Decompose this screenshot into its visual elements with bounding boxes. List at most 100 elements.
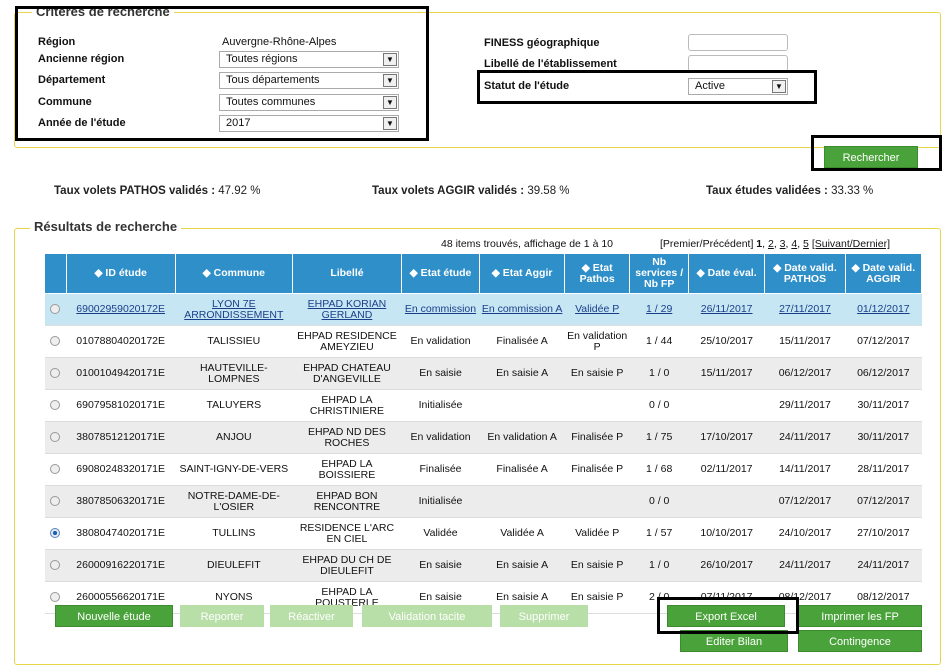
table-cell: 07/12/2017: [845, 485, 922, 518]
table-cell: RESIDENCE L'ARC EN CIEL: [292, 517, 402, 550]
page-link-3[interactable]: 3: [780, 238, 786, 250]
table-cell: DIEULEFIT: [175, 549, 293, 582]
table-cell: [688, 389, 765, 422]
row-radio[interactable]: [50, 496, 61, 507]
results-table: ◆ ID étude ◆ Commune Libellé ◆ Etat étud…: [44, 253, 923, 614]
table-row[interactable]: 01078804020172E TALISSIEU EHPAD RESIDENCE …: [44, 325, 922, 358]
table-row[interactable]: 69079581020171E TALUYERS EHPAD LA CHRISTIN…: [44, 389, 922, 422]
table-cell: 1 / 0: [629, 549, 689, 582]
table-cell: 24/11/2017: [764, 549, 846, 582]
table-cell: [479, 485, 565, 518]
col-header[interactable]: ◆ Date valid. PATHOS: [764, 253, 846, 294]
table-cell: 07/12/2017: [764, 485, 846, 518]
row-link[interactable]: 69002959020172E: [76, 303, 165, 315]
row-radio-cell: [44, 389, 67, 422]
table-cell: 26000916220171E: [66, 549, 176, 582]
table-row[interactable]: 38078512120171E ANJOU EHPAD ND DES ROCHES E…: [44, 421, 922, 454]
contingence-button[interactable]: Contingence: [798, 630, 922, 652]
table-cell: LYON 7E ARRONDISSEMENT: [175, 293, 293, 326]
stat-aggir-value: 39.58 %: [527, 185, 570, 197]
table-row[interactable]: 26000916220171E DIEULEFIT EHPAD DU CH DE D…: [44, 549, 922, 582]
row-link[interactable]: LYON 7E ARRONDISSEMENT: [184, 298, 283, 321]
row-radio-cell: [44, 325, 67, 358]
table-cell: EHPAD ND DES ROCHES: [292, 421, 402, 454]
table-cell: Initialisée: [401, 485, 480, 518]
col-header[interactable]: ◆ Etat Pathos: [564, 253, 631, 294]
export-highlight-box: [657, 597, 799, 634]
row-radio[interactable]: [50, 368, 61, 379]
reporter-button[interactable]: Reporter: [180, 605, 264, 627]
table-cell: Validée P: [564, 293, 630, 326]
page-link-1[interactable]: 1: [756, 238, 762, 250]
table-row[interactable]: 38078506320171E NOTRE-DAME-DE-L'OSIER EHPA…: [44, 485, 922, 518]
table-cell: TALUYERS: [175, 389, 293, 422]
reactivate-button[interactable]: Réactiver: [270, 605, 353, 627]
row-link[interactable]: 27/11/2017: [779, 303, 831, 315]
finess-field[interactable]: [688, 34, 788, 51]
table-cell: En validation P: [564, 325, 630, 358]
row-link[interactable]: Validée P: [575, 303, 619, 315]
table-row[interactable]: 01001049420171E HAUTEVILLE-LOMPNES EHPAD C…: [44, 357, 922, 390]
table-cell: EHPAD BON RENCONTRE: [292, 485, 402, 518]
page-link-2[interactable]: 2: [768, 238, 774, 250]
table-cell: 06/12/2017: [845, 357, 922, 390]
table-cell: Initialisée: [401, 389, 480, 422]
new-study-button[interactable]: Nouvelle étude: [55, 605, 173, 627]
row-radio[interactable]: [50, 560, 61, 571]
row-radio[interactable]: [50, 464, 61, 475]
table-cell: Finalisée A: [479, 325, 565, 358]
row-radio-cell: [44, 453, 67, 486]
row-link[interactable]: 01/12/2017: [857, 303, 910, 315]
table-row[interactable]: 69002959020172E LYON 7E ARRONDISSEMENT EHP…: [44, 293, 922, 326]
table-cell: Finalisée P: [564, 421, 630, 454]
row-radio[interactable]: [50, 304, 61, 315]
row-radio[interactable]: [50, 528, 61, 539]
table-cell: 06/12/2017: [764, 357, 846, 390]
table-cell: [688, 485, 765, 518]
print-fp-button[interactable]: Imprimer les FP: [798, 605, 922, 627]
table-cell: Finalisée P: [564, 453, 630, 486]
table-row[interactable]: 38080474020171E TULLINS RESIDENCE L'ARC EN…: [44, 517, 922, 550]
table-cell: 01001049420171E: [66, 357, 176, 390]
page-link-4[interactable]: 4: [791, 238, 797, 250]
table-cell: En validation: [401, 325, 480, 358]
row-link[interactable]: 26/11/2017: [701, 303, 753, 315]
table-cell: [564, 389, 630, 422]
table-cell: NOTRE-DAME-DE-L'OSIER: [175, 485, 293, 518]
row-radio[interactable]: [50, 400, 61, 411]
page-link-5[interactable]: 5: [803, 238, 809, 250]
results-count: 48 items trouvés, affichage de 1 à 10: [441, 238, 613, 250]
row-radio[interactable]: [50, 432, 61, 443]
table-cell: 0 / 0: [629, 389, 689, 422]
col-header[interactable]: ◆ Commune: [174, 253, 294, 294]
row-radio-cell: [44, 485, 67, 518]
row-link[interactable]: En commission: [405, 303, 476, 315]
table-cell: En saisie A: [479, 549, 565, 582]
table-cell: 38078506320171E: [66, 485, 176, 518]
table-cell: [479, 389, 565, 422]
row-radio-cell: [44, 421, 67, 454]
table-cell: 26/11/2017: [688, 293, 765, 326]
table-cell: En saisie: [401, 357, 480, 390]
row-radio[interactable]: [50, 336, 61, 347]
table-cell: HAUTEVILLE-LOMPNES: [175, 357, 293, 390]
table-row[interactable]: 69080248320171E SAINT-IGNY-DE-VERS EHPAD L…: [44, 453, 922, 486]
col-header[interactable]: ◆ Date éval.: [688, 253, 766, 294]
col-header[interactable]: ◆ Etat étude: [400, 253, 481, 294]
results-legend: Résultats de recherche: [30, 219, 182, 234]
delete-button[interactable]: Supprimer: [500, 605, 588, 627]
row-link[interactable]: EHPAD KORIAN GERLAND: [308, 298, 387, 321]
table-cell: 1 / 68: [629, 453, 689, 486]
row-link[interactable]: 1 / 29: [646, 303, 672, 315]
row-radio[interactable]: [50, 592, 61, 603]
col-header[interactable]: ◆ ID étude: [65, 253, 176, 294]
col-header[interactable]: ◆ Date valid. AGGIR: [844, 253, 923, 294]
col-header[interactable]: ◆ Etat Aggir: [479, 253, 566, 294]
tacit-validation-button[interactable]: Validation tacite: [362, 605, 492, 627]
table-cell: EHPAD CHATEAU D'ANGEVILLE: [292, 357, 402, 390]
table-cell: 1 / 57: [629, 517, 689, 550]
row-link[interactable]: En commission A: [482, 303, 563, 315]
pagination: [Premier/Précédent] 1, 2, 3, 4, 5 [Suiva…: [660, 238, 891, 250]
stat-pathos: Taux volets PATHOS validés : 47.92 %: [54, 185, 260, 197]
pager-next-last[interactable]: [Suivant/Dernier]: [812, 238, 890, 250]
